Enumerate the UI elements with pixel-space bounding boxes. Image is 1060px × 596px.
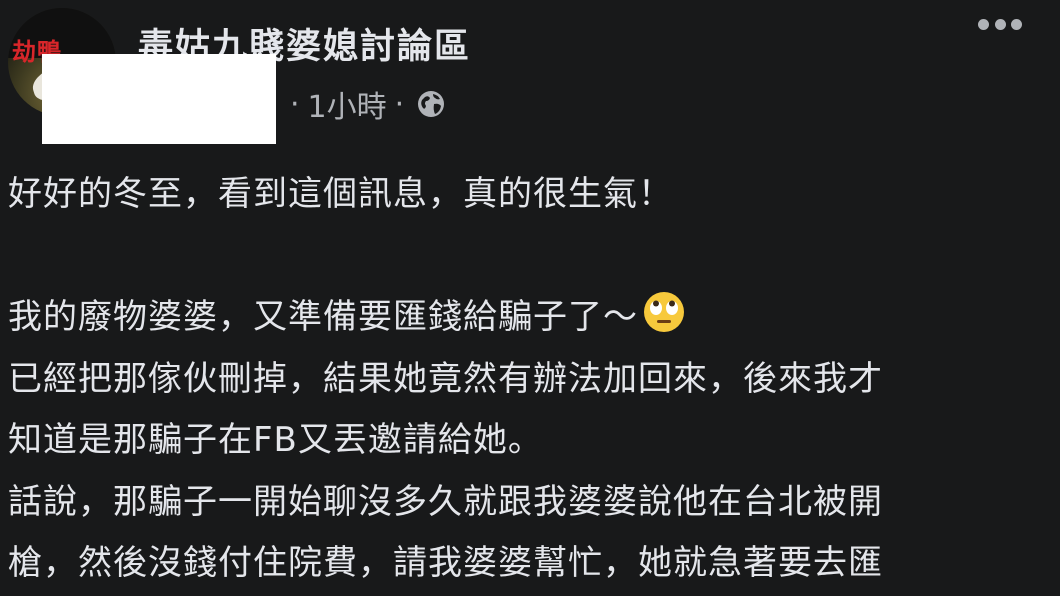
post-text-line-with-emoji: 我的廢物婆婆，又準備要匯錢給騙子了～: [8, 287, 1048, 349]
more-options-icon[interactable]: [978, 14, 1022, 34]
meta-separator: ·: [290, 86, 300, 122]
post-text-line: 好好的冬至，看到這個訊息，真的很生氣！: [8, 174, 673, 214]
post-timestamp[interactable]: 1小時: [308, 82, 387, 126]
post-text-line: 知道是那騙子在FB又丟邀請給她。: [8, 420, 543, 460]
post-body: 好好的冬至，看到這個訊息，真的很生氣！ 我的廢物婆婆，又準備要匯錢給騙子了～ 已…: [8, 164, 1048, 595]
face-with-rolling-eyes-emoji: [644, 292, 684, 332]
post-text-line: 槍，然後沒錢付住院費，請我婆婆幫忙，她就急著要去匯: [8, 543, 883, 583]
globe-icon[interactable]: [416, 89, 446, 119]
post-meta: · 1小時 ·: [282, 82, 446, 126]
post-text-line: 話說，那騙子一開始聊沒多久就跟我婆婆說他在台北被開: [8, 481, 883, 522]
post-text-line: 已經把那傢伙刪掉，結果她竟然有辦法加回來，後來我才: [8, 358, 883, 399]
facebook-post: 劫鴨 毒姑九賤婆媳討論區 · 1小時 · 好好的冬至，看到這個訊息，真的很生氣！…: [0, 0, 1060, 596]
author-name-redaction: [42, 54, 276, 144]
meta-separator: ·: [394, 86, 405, 122]
